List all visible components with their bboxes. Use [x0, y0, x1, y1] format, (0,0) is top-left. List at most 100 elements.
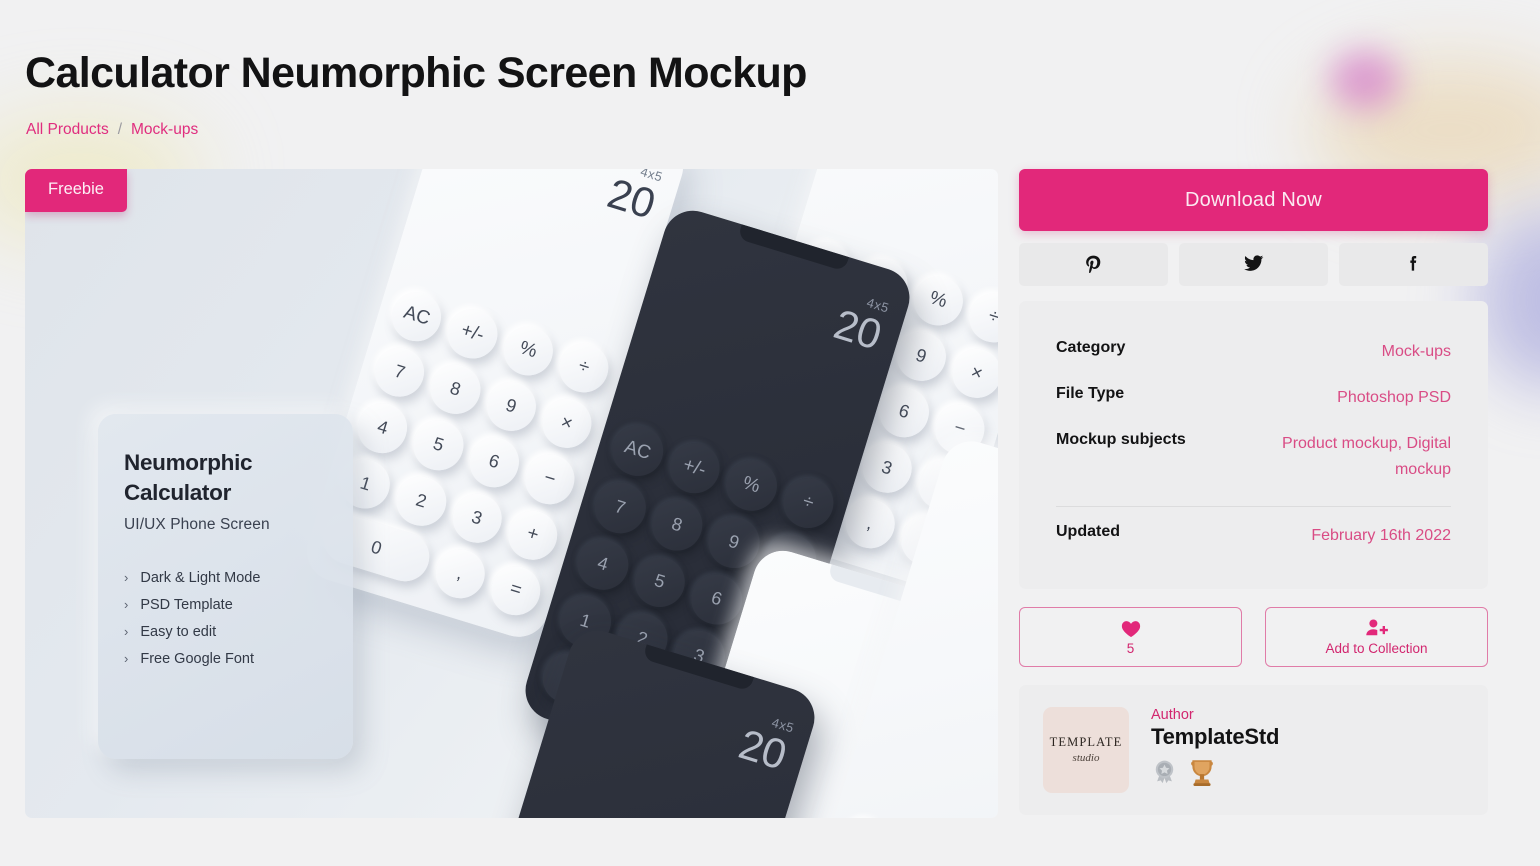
product-sidebar: Download Now Category Mock-ups File Type… — [1019, 169, 1488, 815]
add-user-icon — [1365, 618, 1389, 638]
metadata-key: File Type — [1056, 384, 1125, 402]
metadata-key: Category — [1056, 339, 1126, 356]
calc-key: 8 — [424, 358, 487, 421]
chevron-right-icon: › — [124, 570, 129, 586]
metadata-row-updated: Updated February 16th 2022 — [1056, 513, 1451, 559]
product-metadata-card: Category Mock-ups File Type Photoshop PS… — [1019, 301, 1488, 589]
share-facebook-button[interactable] — [1339, 243, 1488, 286]
avatar-brand-line1: TEMPLATE — [1049, 735, 1123, 750]
calc-key: 3 — [446, 487, 508, 549]
metadata-row-mockup-subjects: Mockup subjects Product mockup, Digital … — [1056, 421, 1451, 493]
feature-title-line2: Calculator — [124, 479, 232, 505]
calc-key: 5 — [407, 414, 469, 476]
metadata-value[interactable]: Product mockup, Digital mockup — [1236, 431, 1451, 483]
metadata-value: February 16th 2022 — [1311, 526, 1451, 544]
decorative-blob-magenta — [1330, 50, 1400, 110]
share-twitter-button[interactable] — [1179, 243, 1328, 286]
feature-label: Dark & Light Mode — [140, 569, 261, 586]
calculator-result: 20 — [853, 169, 998, 177]
calc-key: 9 — [480, 375, 542, 438]
metadata-value[interactable]: Photoshop PSD — [1337, 385, 1451, 411]
calc-key: , — [429, 542, 491, 605]
list-item: › Dark & Light Mode — [124, 570, 327, 586]
feature-label: Easy to edit — [140, 623, 217, 640]
calc-key: 5 — [628, 550, 692, 614]
author-avatar[interactable]: TEMPLATE studio — [1043, 706, 1129, 793]
metadata-row-file-type: File Type Photoshop PSD — [1056, 375, 1451, 421]
twitter-icon — [1243, 253, 1264, 276]
chevron-right-icon: › — [124, 597, 129, 613]
calc-key: AC — [385, 285, 448, 348]
calc-key: +/- — [662, 436, 726, 500]
metadata-divider — [1056, 505, 1451, 507]
calc-key: % — [719, 453, 783, 517]
feature-card-subtitle: UI/UX Phone Screen — [124, 515, 270, 533]
page-title: Calculator Neumorphic Screen Mockup — [25, 49, 807, 97]
calc-key: AC — [605, 418, 670, 482]
author-label: Author — [1151, 707, 1194, 724]
medal-badge-icon — [1151, 759, 1178, 791]
calc-key: 4 — [351, 397, 414, 459]
chevron-right-icon: › — [124, 651, 129, 667]
facebook-icon — [1404, 254, 1423, 276]
feature-label: PSD Template — [140, 596, 233, 613]
heart-icon — [1120, 618, 1142, 638]
metadata-key: Updated — [1056, 522, 1120, 540]
calc-key: ÷ — [962, 286, 998, 349]
preview-feature-card: Neumorphic Calculator UI/UX Phone Screen… — [98, 414, 353, 759]
add-to-collection-button[interactable]: Add to Collection — [1265, 606, 1488, 667]
add-to-collection-label: Add to Collection — [1325, 640, 1428, 656]
metadata-value[interactable]: Mock-ups — [1382, 339, 1451, 365]
breadcrumb: All Products / Mock-ups — [26, 121, 198, 139]
author-badges — [1151, 757, 1279, 792]
calc-key: × — [945, 342, 998, 405]
list-item: › Easy to edit — [124, 624, 327, 640]
calculator-display: 4x5 20 — [425, 169, 690, 232]
freebie-badge: Freebie — [25, 169, 127, 212]
author-name[interactable]: TemplateStd — [1151, 724, 1279, 750]
calc-key: = — [484, 559, 547, 622]
trophy-badge-icon — [1186, 757, 1218, 792]
calc-key: % — [497, 319, 559, 382]
author-meta: Author TemplateStd — [1151, 707, 1279, 792]
calc-key: % — [907, 269, 969, 332]
product-detail-page: Calculator Neumorphic Screen Mockup All … — [0, 0, 1540, 866]
feature-label: Free Google Font — [140, 650, 254, 667]
calc-key: 7 — [368, 341, 431, 404]
metadata-key: Mockup subjects — [1056, 430, 1186, 448]
feature-card-title: Neumorphic Calculator — [124, 448, 327, 508]
calc-key: ÷ — [552, 336, 615, 399]
breadcrumb-all-products[interactable]: All Products — [26, 121, 109, 139]
download-now-button[interactable]: Download Now — [1019, 169, 1488, 231]
calc-key: 4 — [571, 532, 635, 596]
calc-key: 9 — [702, 510, 766, 574]
breadcrumb-mock-ups[interactable]: Mock-ups — [131, 121, 198, 139]
calc-key: + — [501, 504, 564, 566]
calc-key: 7 — [588, 475, 652, 539]
breadcrumb-separator: / — [117, 121, 123, 138]
product-preview-image[interactable]: Freebie 4x5 20 AC +/- % ÷ 7 8 9 × 4 5 6 … — [25, 169, 998, 818]
social-share-row — [1019, 243, 1488, 286]
calc-key: 6 — [463, 431, 525, 493]
list-item: › Free Google Font — [124, 651, 327, 667]
feature-list: › Dark & Light Mode › PSD Template › Eas… — [124, 570, 327, 667]
chevron-right-icon: › — [124, 624, 129, 640]
author-card[interactable]: TEMPLATE studio Author TemplateStd — [1019, 684, 1488, 815]
list-item: › PSD Template — [124, 597, 327, 613]
like-button[interactable]: 5 — [1019, 606, 1242, 667]
pinterest-icon — [1084, 254, 1103, 276]
product-actions-row: 5 Add to Collection — [1019, 606, 1488, 667]
calc-key: +/- — [441, 302, 504, 365]
like-count: 5 — [1126, 640, 1135, 656]
metadata-row-category: Category Mock-ups — [1056, 329, 1451, 375]
calculator-result: 20 — [943, 482, 998, 587]
calc-key: ÷ — [776, 471, 840, 535]
calculator-result: 20 — [602, 169, 661, 228]
calc-key: 2 — [390, 469, 452, 532]
share-pinterest-button[interactable] — [1019, 243, 1168, 286]
calc-key: − — [518, 448, 581, 510]
calculator-display: 4x5 20 — [835, 169, 998, 182]
calc-key: × — [535, 392, 598, 455]
feature-title-line1: Neumorphic — [124, 450, 253, 475]
calc-key: 8 — [645, 493, 709, 557]
